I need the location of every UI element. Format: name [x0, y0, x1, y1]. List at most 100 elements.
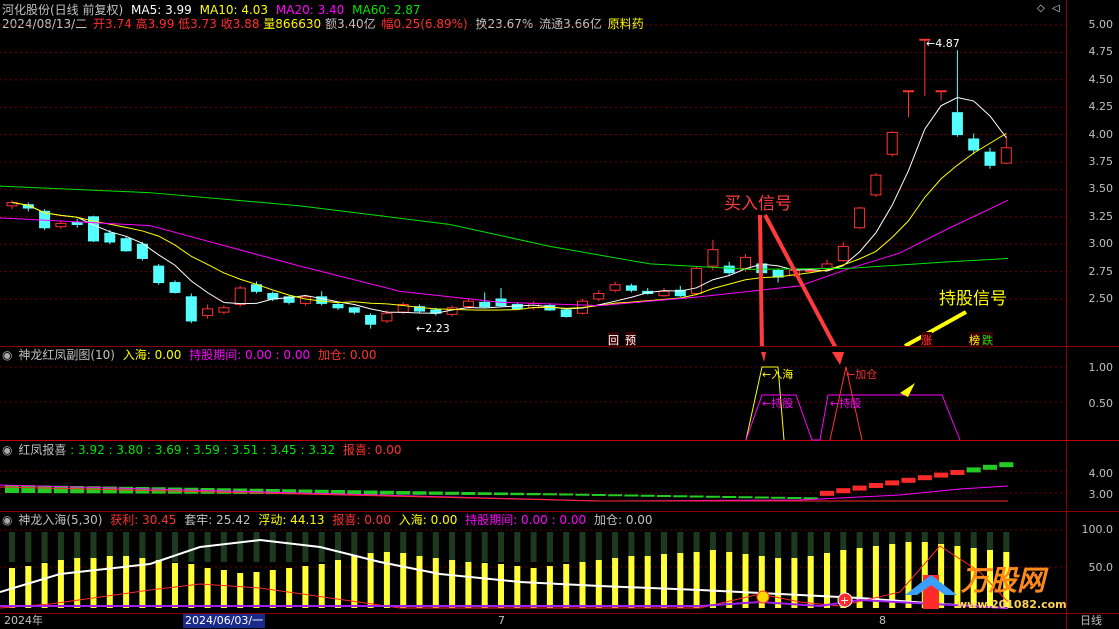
hongfeng-bar [738, 496, 753, 499]
hold-signal-label: 持股信号 [939, 289, 1007, 309]
background-bar [514, 532, 521, 562]
hongfeng-bar [363, 490, 378, 495]
y-axis-label: 2.75 [1088, 264, 1114, 278]
candle-body [935, 90, 947, 93]
volume-bar [628, 556, 635, 608]
volume-bar [530, 568, 537, 608]
candle-body [805, 270, 817, 273]
pane4-y-label-1: 100.0 [1081, 523, 1114, 536]
volume-bar [383, 552, 390, 608]
background-bar [220, 532, 227, 562]
candle-body [381, 312, 393, 322]
candle-body [462, 300, 474, 308]
candle-body [854, 207, 866, 229]
background-bar [90, 532, 97, 562]
brand-logo: 万股网 www.201082.com [905, 565, 1085, 613]
hongfeng-bar [885, 480, 900, 486]
volume-bar [253, 572, 260, 608]
volume-bar [595, 560, 602, 608]
volume-bar [172, 563, 178, 608]
background-bar [25, 532, 32, 562]
volume-bar [286, 568, 293, 608]
pane4-y-label-2: 50.0 [1088, 561, 1114, 574]
tag-zhang[interactable]: 涨 [921, 332, 932, 348]
hongfeng-bar [477, 492, 492, 496]
brand-name: 万股网 [961, 564, 1046, 597]
hongfeng-bar [901, 477, 916, 483]
tag-die[interactable]: 跌 [982, 332, 993, 348]
candle-body [218, 307, 230, 313]
volume-bar [742, 554, 749, 608]
background-bar [172, 532, 178, 562]
buy-arrow-1 [758, 214, 764, 346]
background-bar [579, 532, 586, 562]
y-axis-label: 4.50 [1088, 72, 1114, 86]
period-label[interactable]: 日线 [1080, 614, 1102, 628]
candle-body [870, 174, 882, 196]
background-bar [237, 532, 244, 562]
volume-bar [481, 563, 488, 608]
buy-arrow-head [761, 352, 766, 362]
candlestick-chart[interactable] [0, 0, 1066, 346]
hongfeng-bar [428, 491, 443, 495]
volume-bar [90, 558, 97, 608]
tag-yu[interactable]: 预 [625, 332, 636, 348]
y-axis-label: 3.00 [1088, 237, 1114, 251]
hongfeng-bar [542, 493, 557, 496]
marker-circle [756, 590, 770, 604]
tag-hui[interactable]: 回 [608, 332, 619, 348]
hongfeng-bar [722, 496, 737, 498]
hongfeng-bar [608, 494, 623, 497]
pane2-y-label-1: 1.00 [1088, 361, 1114, 374]
y-axis-label: 3.75 [1088, 155, 1114, 168]
volume-bar [220, 570, 227, 608]
hongfeng-bar [559, 493, 574, 496]
candle-body [479, 301, 491, 308]
label-ruhai: ←入海 [762, 368, 794, 381]
hongfeng-bar [624, 494, 639, 497]
hongfeng-bar [591, 494, 606, 496]
volume-bar [661, 554, 667, 608]
buy-arrow-2 [763, 214, 838, 346]
background-bar [57, 532, 64, 562]
volume-bar [204, 568, 211, 608]
background-bar [563, 532, 570, 562]
hongfeng-bar [184, 487, 199, 494]
pane2-y-label-2: 0.50 [1088, 397, 1114, 410]
candle-body [707, 249, 719, 267]
tag-bang[interactable]: 榜 [969, 332, 980, 348]
hongfeng-bar [852, 485, 867, 491]
background-bar [286, 532, 293, 562]
volume-bar [546, 566, 553, 608]
volume-bar [563, 564, 570, 608]
hongfeng-bar [868, 483, 883, 488]
volume-bar [514, 566, 521, 608]
volume-bar [709, 550, 716, 608]
volume-bar [449, 560, 456, 608]
signal-subchart[interactable] [0, 347, 1066, 441]
volume-bar [693, 552, 700, 608]
candle-body [821, 263, 833, 269]
axis-year: 2024年 [4, 614, 43, 627]
hongfeng-bar [836, 488, 851, 494]
background-bar [791, 532, 798, 562]
background-bar [253, 532, 260, 562]
candle-body [120, 238, 132, 252]
background-bar [481, 532, 488, 562]
y-axis-label: 4.25 [1088, 100, 1114, 114]
y-axis-label: 4.75 [1088, 45, 1114, 59]
candle-body [723, 265, 735, 274]
candle-body [365, 314, 377, 325]
volume-bar [775, 558, 782, 608]
background-bar [74, 532, 81, 562]
volume-bar [188, 564, 195, 608]
logo-mark-icon [905, 575, 957, 609]
hongfeng-bar [917, 475, 932, 481]
hongfeng-subchart[interactable] [0, 441, 1066, 511]
label-chigu: ←持股 [762, 397, 794, 410]
buy-arrow-head-2 [832, 352, 844, 365]
hongfeng-bar [461, 492, 476, 495]
hongfeng-bar [412, 491, 427, 495]
annotation-low: ←2.23 [416, 322, 450, 335]
axis-date-cursor: 2024/06/03/一 [183, 614, 266, 628]
